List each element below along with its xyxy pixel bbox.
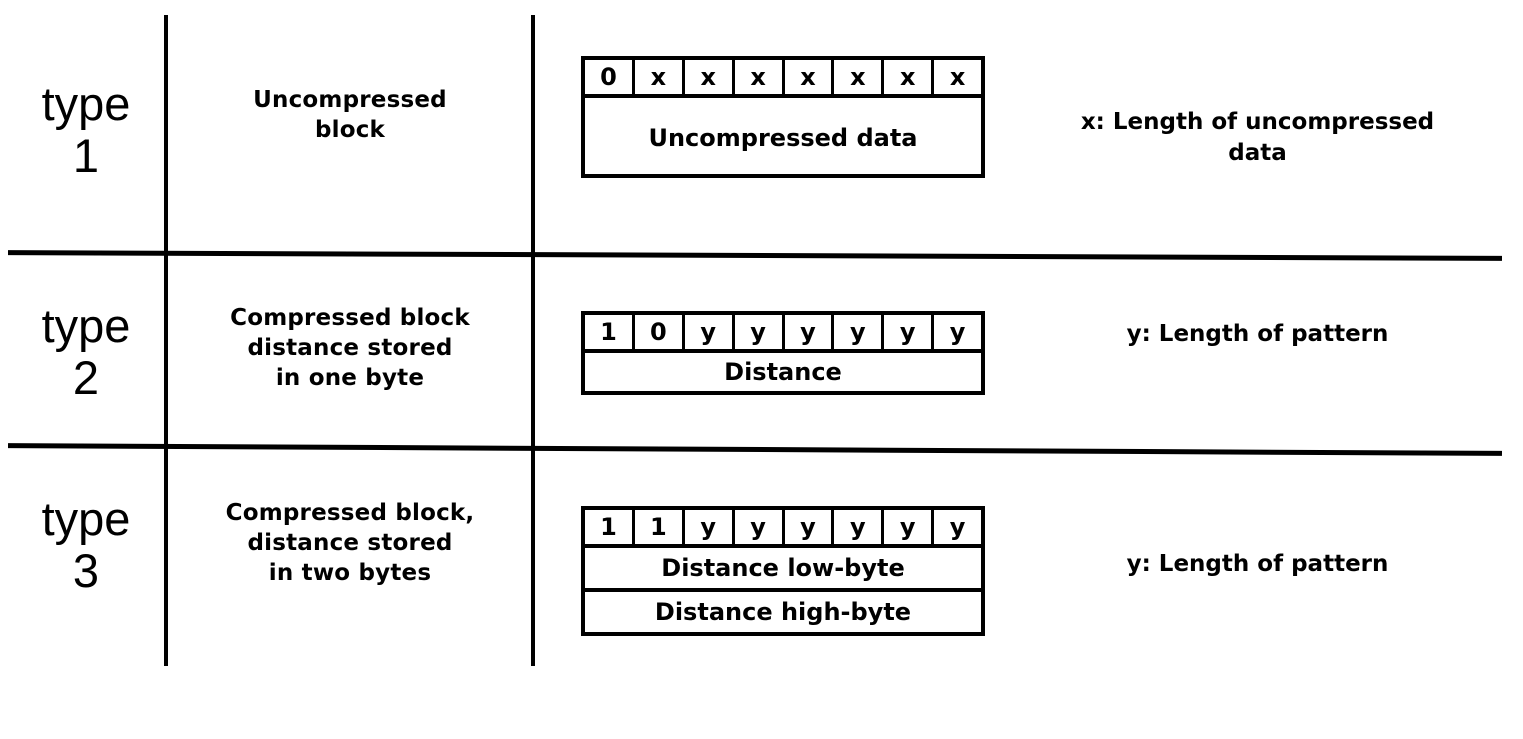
row-2-byte-diagram: 1 0 y y y y y y Distance: [581, 311, 985, 395]
row-1-type-word: type: [41, 77, 131, 130]
row-2-description-line-2: distance stored: [247, 335, 453, 361]
row-2-bit-5: y: [834, 315, 885, 349]
row-1-bit-2: x: [684, 60, 735, 94]
row-3-bit-4: y: [784, 510, 835, 544]
row-1-note-line-1: x: Length of uncompressed: [1080, 109, 1435, 135]
row-3-type-label: type 3: [12, 493, 160, 597]
row-2-bit-row: 1 0 y y y y y y: [581, 311, 985, 353]
row-2-payload-box-1: Distance: [581, 353, 985, 395]
row-1-payload-box-1: Uncompressed data: [581, 98, 985, 178]
row-3-bit-6: y: [884, 510, 935, 544]
row-3-note: y: Length of pattern: [1005, 549, 1510, 580]
row-3-bit-1: 1: [634, 510, 685, 544]
row-1-bit-5: x: [834, 60, 885, 94]
row-1-bit-4: x: [784, 60, 835, 94]
row-2-bit-6: y: [884, 315, 935, 349]
row-1-byte-diagram: 0 x x x x x x x Uncompressed data: [581, 56, 985, 178]
row-3-payload-box-2: Distance high-byte: [581, 592, 985, 636]
row-3-description: Compressed block, distance stored in two…: [172, 498, 528, 588]
row-3-description-line-1: Compressed block,: [225, 500, 475, 526]
table-horizontal-divider-2: [7, 443, 1503, 456]
row-2-bit-7: y: [934, 315, 981, 349]
row-2-note-line-1: y: Length of pattern: [1126, 321, 1389, 347]
row-1-description-line-2: block: [314, 117, 386, 143]
row-1-description-line-1: Uncompressed: [253, 87, 447, 113]
row-2-bit-4: y: [784, 315, 835, 349]
row-2-type-number: 2: [72, 351, 100, 404]
row-3-bit-3: y: [734, 510, 785, 544]
row-1-note-line-2: data: [1228, 140, 1287, 166]
table-vertical-divider-2: [531, 15, 535, 666]
row-1-bit-3: x: [734, 60, 785, 94]
row-1-bit-6: x: [884, 60, 935, 94]
row-2-bit-3: y: [734, 315, 785, 349]
row-3-bit-7: y: [934, 510, 981, 544]
row-1-bit-7: x: [934, 60, 981, 94]
table-vertical-divider-1: [164, 15, 168, 666]
row-1-bit-row: 0 x x x x x x x: [581, 56, 985, 98]
row-2-description-line-3: in one byte: [275, 365, 425, 391]
row-3-bit-0: 1: [585, 510, 635, 544]
row-3-type-number: 3: [72, 544, 100, 597]
row-3-bit-5: y: [834, 510, 885, 544]
row-3-bit-row: 1 1 y y y y y y: [581, 506, 985, 548]
row-2-bit-1: 0: [634, 315, 685, 349]
row-2-type-word: type: [41, 299, 131, 352]
row-1-bit-0: 0: [585, 60, 635, 94]
row-2-description: Compressed block distance stored in one …: [172, 303, 528, 393]
row-3-payload-box-1: Distance low-byte: [581, 548, 985, 592]
row-2-bit-0: 1: [585, 315, 635, 349]
row-2-description-line-1: Compressed block: [230, 305, 470, 331]
row-1-description: Uncompressed block: [172, 85, 528, 145]
row-1-bit-1: x: [634, 60, 685, 94]
row-3-byte-diagram: 1 1 y y y y y y Distance low-byte Distan…: [581, 506, 985, 636]
row-3-note-line-1: y: Length of pattern: [1126, 551, 1389, 577]
row-1-type-label: type 1: [12, 78, 160, 182]
row-1-type-number: 1: [72, 129, 100, 182]
row-3-description-line-3: in two bytes: [268, 560, 432, 586]
row-2-bit-2: y: [684, 315, 735, 349]
row-2-note: y: Length of pattern: [1005, 319, 1510, 350]
row-3-bit-2: y: [684, 510, 735, 544]
row-3-type-word: type: [41, 492, 131, 545]
table-horizontal-divider-1: [7, 250, 1503, 261]
row-3-description-line-2: distance stored: [247, 530, 453, 556]
row-2-type-label: type 2: [12, 300, 160, 404]
row-1-note: x: Length of uncompressed data: [1005, 107, 1510, 169]
